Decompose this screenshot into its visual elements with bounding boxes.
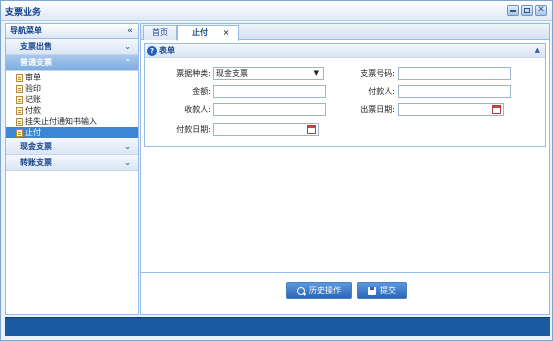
nav-item-label: 挂失止付通知书输入 (25, 117, 97, 126)
payer-label: 付款人: (368, 87, 395, 96)
close-button[interactable]: ✕ (535, 5, 547, 16)
search-icon (297, 286, 305, 295)
payee-input[interactable] (213, 103, 326, 116)
save-icon (368, 286, 376, 295)
document-icon (16, 95, 23, 104)
nav-item-label: 验印 (25, 84, 41, 93)
nav-item-stop-payment[interactable]: 止付 (6, 127, 138, 138)
help-icon: ? (147, 45, 157, 56)
ticket-type-select[interactable]: 现金支票 ▼ (213, 67, 324, 80)
nav-item-label: 记账 (25, 95, 41, 104)
issue-date-label: 出票日期: (360, 105, 395, 114)
chevron-down-icon: ⌄ (124, 158, 131, 167)
close-icon: ✕ (537, 5, 545, 15)
form-panel: ? 表单 ▲ 票据种类: 现金支票 ▼ 支票号码: 金额: 付款人: 收款人: … (144, 43, 546, 147)
payee-label: 收款人: (184, 105, 211, 114)
window-title: 支票业务 (5, 8, 42, 18)
tab-bar: 首页 止付 × (141, 24, 549, 41)
document-icon (16, 106, 23, 115)
close-tab-icon[interactable]: × (223, 28, 230, 37)
document-icon (16, 128, 23, 137)
nav-panel: 导航菜单 « 支票出售 ⌄ 普通支票 ⌃ 审单 验印 记账 付款 挂失止付通知书… (5, 23, 139, 315)
maximize-icon (524, 8, 530, 13)
cheque-no-label: 支票号码: (360, 69, 395, 78)
window: 支票业务 ✕ 导航菜单 « 支票出售 ⌄ 普通支票 ⌃ 审单 验印 记账 付款 … (0, 0, 553, 341)
amount-label: 金额: (192, 87, 211, 96)
nav-item-loss-notice-input[interactable]: 挂失止付通知书输入 (6, 116, 138, 127)
submit-button-label: 提交 (380, 286, 396, 295)
chevron-up-icon: ⌃ (124, 58, 131, 67)
nav-section-ordinary-cheque[interactable]: 普通支票 ⌃ (6, 55, 138, 71)
document-icon (16, 117, 23, 126)
nav-section-cash-cheque[interactable]: 现金支票 ⌄ (6, 139, 138, 155)
tab-label: 首页 (152, 28, 168, 37)
nav-item-payment[interactable]: 付款 (6, 105, 138, 116)
collapse-up-icon[interactable]: ▲ (535, 44, 540, 57)
payer-input[interactable] (398, 85, 511, 98)
document-icon (16, 84, 23, 93)
nav-item-label: 止付 (25, 128, 41, 137)
title-bar: 支票业务 ✕ (1, 1, 552, 21)
status-bar (5, 317, 550, 336)
calendar-icon[interactable] (492, 105, 501, 114)
cheque-no-input[interactable] (398, 67, 511, 80)
tab-home[interactable]: 首页 (143, 25, 177, 40)
nav-item-label: 审单 (25, 73, 41, 82)
nav-item-bookkeeping[interactable]: 记账 (6, 94, 138, 105)
chevron-down-icon: ⌄ (124, 42, 131, 51)
main-panel: 首页 止付 × ? 表单 ▲ 票据种类: 现金支票 ▼ 支票号码: 金额: 付款… (140, 23, 550, 315)
nav-section-label: 现金支票 (20, 142, 52, 151)
amount-input[interactable] (213, 85, 326, 98)
nav-header: 导航菜单 « (6, 24, 138, 39)
nav-section-cheque-sale[interactable]: 支票出售 ⌄ (6, 39, 138, 55)
tab-stop-payment[interactable]: 止付 × (177, 25, 239, 41)
calendar-icon[interactable] (307, 125, 316, 134)
minimize-icon (510, 10, 516, 12)
button-bar-divider (141, 272, 549, 273)
submit-button[interactable]: 提交 (357, 282, 407, 299)
form-header: ? 表单 ▲ (145, 44, 545, 58)
chevron-down-icon: ⌄ (124, 142, 131, 151)
nav-section-label: 支票出售 (20, 42, 52, 51)
window-controls: ✕ (507, 5, 547, 16)
nav-section-body: 审单 验印 记账 付款 挂失止付通知书输入 止付 (6, 71, 138, 139)
nav-section-transfer-cheque[interactable]: 转账支票 ⌄ (6, 155, 138, 171)
document-icon (16, 73, 23, 82)
pay-date-label: 付款日期: (176, 125, 211, 134)
issue-date-input[interactable] (398, 103, 504, 116)
pay-date-input[interactable] (213, 123, 319, 136)
collapse-nav-icon[interactable]: « (127, 24, 133, 38)
form-title: 表单 (159, 46, 175, 55)
ticket-type-value: 现金支票 (216, 69, 248, 78)
nav-section-label: 普通支票 (20, 58, 52, 67)
nav-header-label: 导航菜单 (10, 26, 42, 35)
history-button-label: 历史操作 (309, 286, 341, 295)
dropdown-arrow-icon: ▼ (313, 69, 319, 77)
nav-item-label: 付款 (25, 106, 41, 115)
minimize-button[interactable] (507, 5, 519, 16)
nav-item-review[interactable]: 审单 (6, 72, 138, 83)
nav-section-label: 转账支票 (20, 158, 52, 167)
maximize-button[interactable] (521, 5, 533, 16)
ticket-type-label: 票据种类: (176, 69, 211, 78)
nav-item-seal-verify[interactable]: 验印 (6, 83, 138, 94)
tab-label: 止付 (192, 28, 208, 37)
history-button[interactable]: 历史操作 (286, 282, 352, 299)
